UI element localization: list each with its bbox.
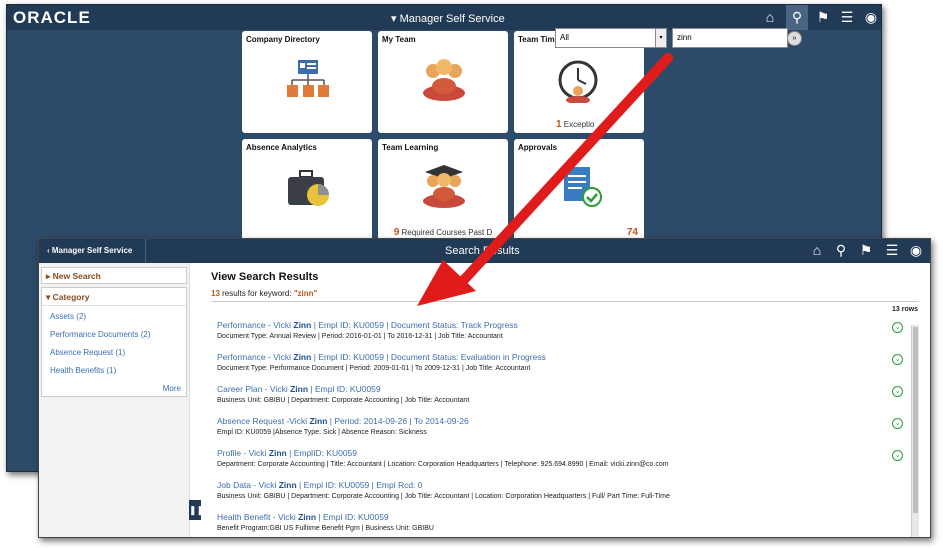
arrow-head xyxy=(417,260,476,306)
annotation-arrow xyxy=(417,53,673,306)
arrow-shaft xyxy=(457,53,673,287)
